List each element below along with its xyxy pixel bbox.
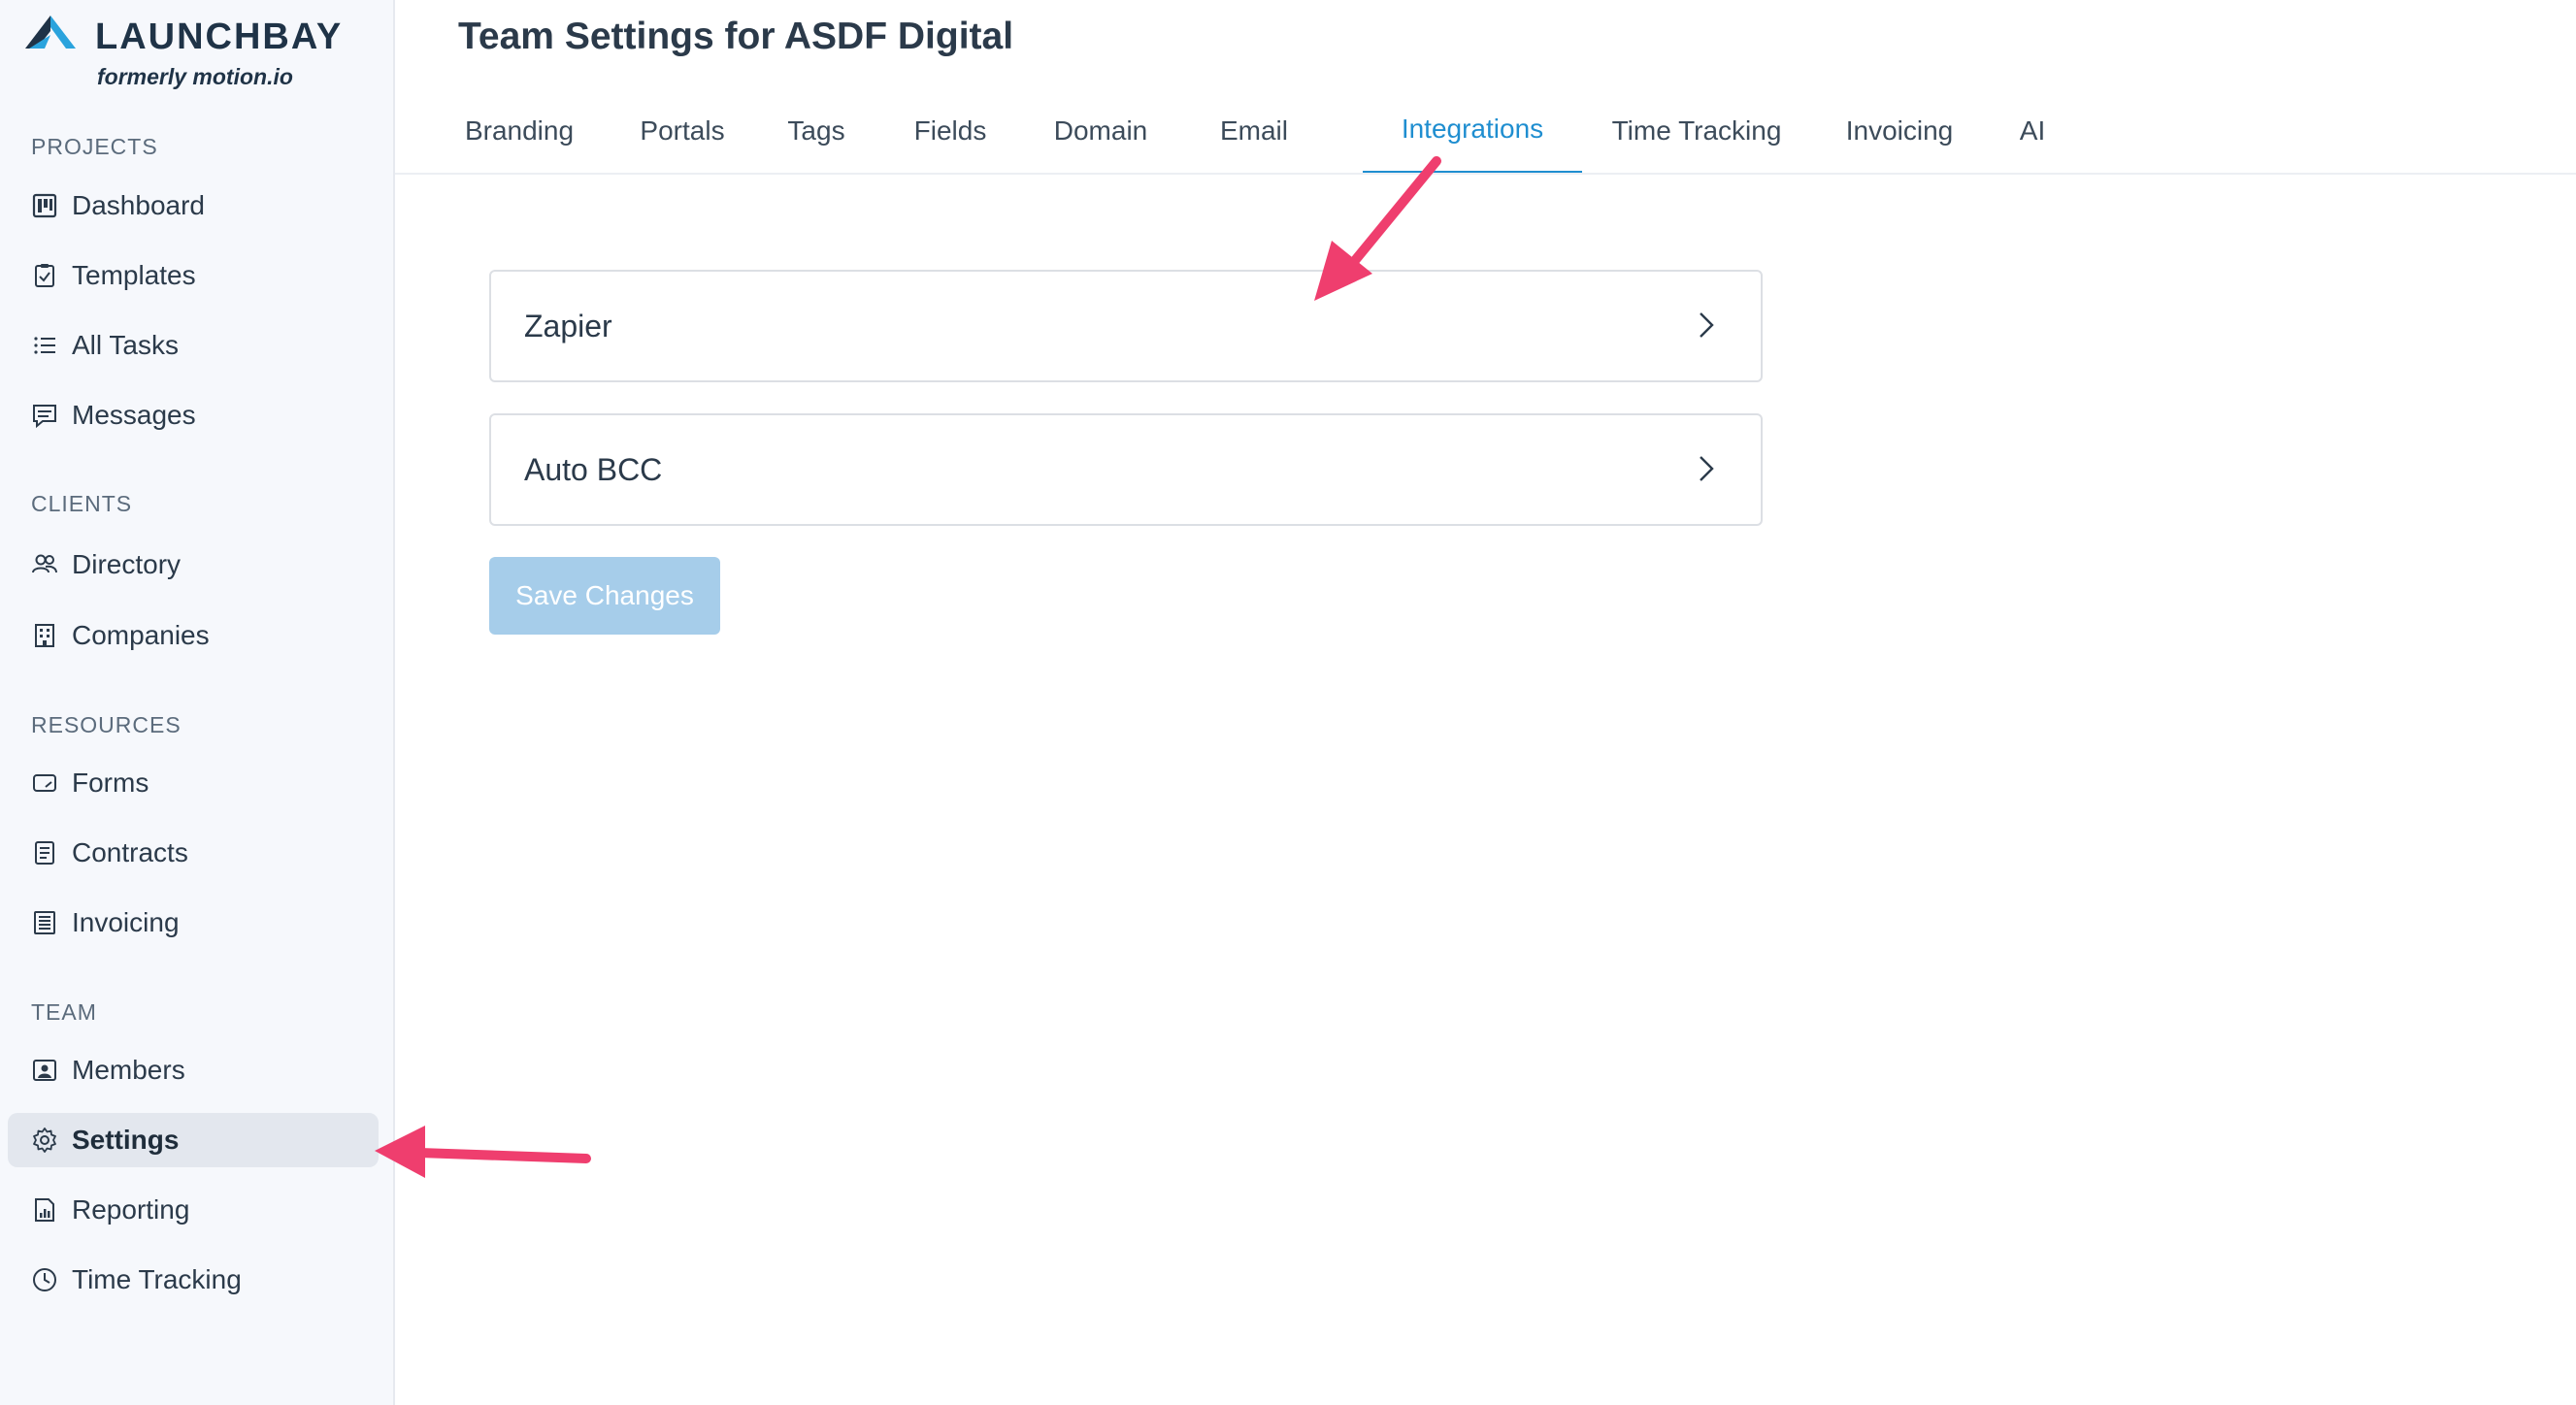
launchbay-logo-icon	[25, 16, 76, 49]
sidebar-item-forms[interactable]: Forms	[8, 756, 379, 810]
dashboard-icon	[31, 192, 58, 219]
sidebar-item-templates[interactable]: Templates	[8, 248, 379, 303]
brand-subtitle: formerly motion.io	[97, 64, 293, 89]
sidebar-item-reporting[interactable]: Reporting	[8, 1183, 379, 1237]
sidebar-item-invoicing[interactable]: Invoicing	[8, 896, 379, 950]
tab-time-tracking[interactable]: Time Tracking	[1582, 87, 1811, 175]
brand[interactable]: LAUNCHBAY formerly motion.io	[23, 14, 382, 91]
sidebar-item-label: Directory	[72, 549, 182, 579]
save-changes-button[interactable]: Save Changes	[489, 557, 720, 635]
sidebar-item-label: Members	[72, 1055, 185, 1085]
page-title: Team Settings for ASDF Digital	[458, 16, 1014, 57]
sidebar-item-companies[interactable]: Companies	[8, 608, 379, 663]
settings-tabs: Branding Portals Tags Fields Domain Emai…	[427, 87, 2116, 175]
document-icon	[31, 839, 58, 866]
sidebar-item-dashboard[interactable]: Dashboard	[8, 179, 379, 233]
section-title-resources: RESOURCES	[31, 712, 182, 737]
sidebar-item-label: Forms	[72, 768, 149, 798]
clock-icon	[31, 1266, 58, 1293]
chevron-right-icon	[1700, 456, 1714, 481]
chevron-right-icon	[1700, 312, 1714, 338]
users-icon	[31, 551, 58, 578]
integration-label: Auto BCC	[524, 451, 663, 487]
sidebar-item-label: Contracts	[72, 837, 188, 867]
sidebar-item-all-tasks[interactable]: All Tasks	[8, 318, 379, 373]
tab-integrations[interactable]: Integrations	[1363, 87, 1582, 175]
sidebar-item-label: Dashboard	[72, 190, 205, 220]
gear-icon	[31, 1127, 58, 1154]
member-card-icon	[31, 1057, 58, 1084]
clipboard-check-icon	[31, 262, 58, 289]
sidebar-item-time-tracking[interactable]: Time Tracking	[8, 1253, 379, 1307]
tabs-divider	[395, 173, 2576, 175]
sidebar-item-label: Time Tracking	[72, 1264, 242, 1294]
tab-invoicing[interactable]: Invoicing	[1811, 87, 1988, 175]
form-icon	[31, 769, 58, 797]
integration-zapier[interactable]: Zapier	[489, 270, 1763, 382]
tab-domain[interactable]: Domain	[1021, 87, 1180, 175]
integration-label: Zapier	[524, 308, 612, 343]
invoice-icon	[31, 909, 58, 936]
sidebar-item-label: All Tasks	[72, 330, 179, 360]
section-title-team: TEAM	[31, 999, 97, 1025]
integration-auto-bcc[interactable]: Auto BCC	[489, 413, 1763, 526]
tab-tags[interactable]: Tags	[753, 87, 879, 175]
sidebar-item-settings[interactable]: Settings	[8, 1113, 379, 1167]
sidebar-item-label: Reporting	[72, 1194, 190, 1225]
sidebar-item-members[interactable]: Members	[8, 1043, 379, 1097]
sidebar-item-label: Invoicing	[72, 907, 180, 937]
sidebar-item-messages[interactable]: Messages	[8, 388, 379, 442]
sidebar-item-contracts[interactable]: Contracts	[8, 826, 379, 880]
sidebar-item-directory[interactable]: Directory	[8, 538, 379, 592]
sidebar-item-label: Messages	[72, 400, 196, 430]
brand-name: LAUNCHBAY	[95, 16, 344, 57]
building-icon	[31, 622, 58, 649]
section-title-clients: CLIENTS	[31, 491, 133, 516]
message-icon	[31, 402, 58, 429]
sidebar-item-label: Templates	[72, 260, 196, 290]
sidebar: LAUNCHBAY formerly motion.io PROJECTS Da…	[0, 0, 395, 1405]
tab-portals[interactable]: Portals	[611, 87, 753, 175]
sidebar-item-label: Settings	[72, 1125, 180, 1155]
tab-fields[interactable]: Fields	[879, 87, 1021, 175]
tab-branding[interactable]: Branding	[427, 87, 611, 175]
arrow-to-settings	[375, 1126, 591, 1178]
tab-ai[interactable]: AI	[1988, 87, 2077, 175]
list-icon	[31, 332, 58, 359]
report-icon	[31, 1196, 58, 1224]
tab-email[interactable]: Email	[1180, 87, 1328, 175]
section-title-projects: PROJECTS	[31, 134, 158, 159]
sidebar-item-label: Companies	[72, 620, 210, 650]
